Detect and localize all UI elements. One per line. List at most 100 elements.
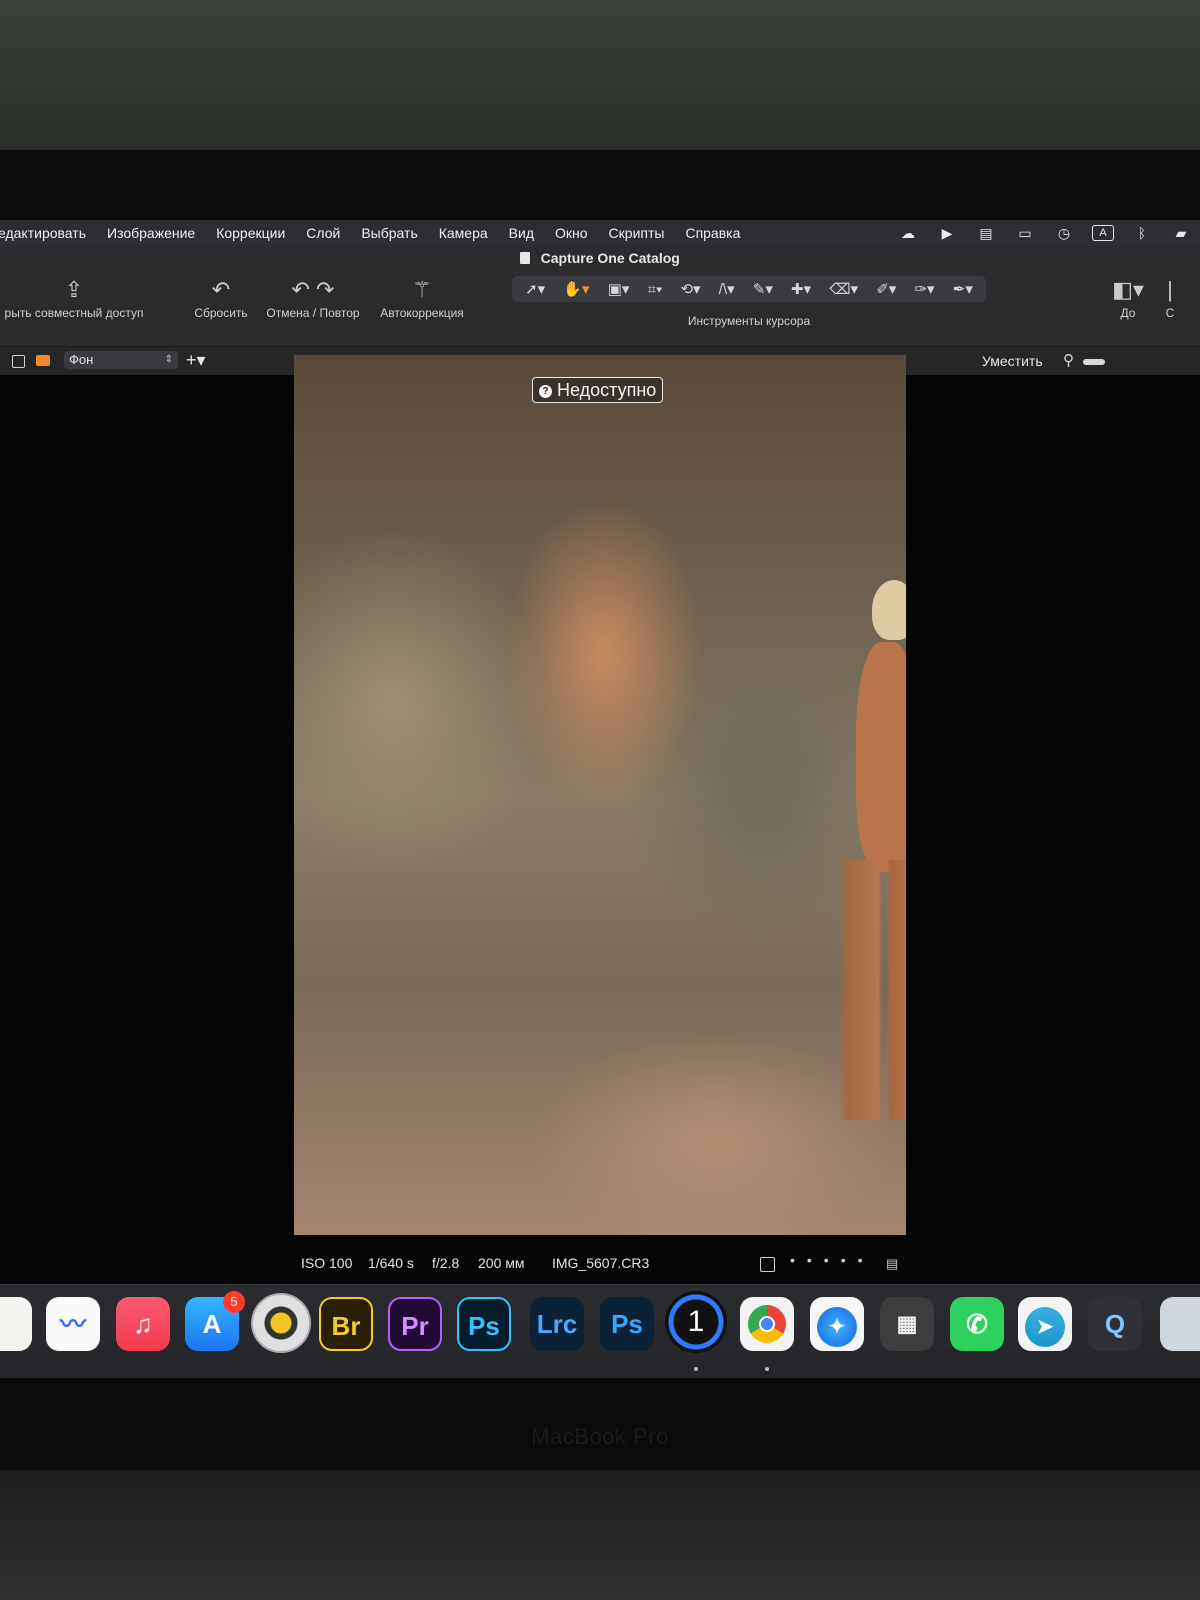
menu-layer[interactable]: Слой bbox=[306, 225, 340, 241]
notification-badge: 5 bbox=[223, 1291, 245, 1313]
meta-aperture: f/2.8 bbox=[432, 1255, 460, 1271]
rating-dots[interactable]: ••••• bbox=[790, 1252, 875, 1268]
autocorrect-button[interactable]: ⚚ Автокоррекция bbox=[374, 270, 470, 320]
layer-checkbox[interactable] bbox=[12, 355, 25, 368]
photoshop-beta-icon[interactable]: Ps bbox=[600, 1297, 654, 1351]
erase-tool-icon[interactable]: ⌫▾ bbox=[829, 280, 858, 298]
premiere-app-icon[interactable]: Pr bbox=[388, 1297, 442, 1351]
heal-tool-icon[interactable]: ✚▾ bbox=[791, 280, 811, 298]
layer-select[interactable]: Фон ⇕ bbox=[64, 351, 178, 369]
menu-select[interactable]: Выбрать bbox=[361, 225, 417, 241]
undo-redo-button[interactable]: ↶ ↷ Отмена / Повтор bbox=[262, 270, 364, 320]
display-icon[interactable]: ▭ bbox=[1014, 225, 1036, 242]
photo-subject bbox=[814, 580, 906, 1120]
loupe-tool-icon[interactable]: ▣▾ bbox=[608, 280, 630, 298]
cursor-tools: ➚▾ ✋▾ ▣▾ ⌗▾ ⟲▾ /\▾ ✎▾ ✚▾ ⌫▾ ✐▾ ✑▾ ✒▾ bbox=[512, 276, 986, 302]
menu-scripts[interactable]: Скрипты bbox=[609, 225, 665, 241]
screen: едактировать Изображение Коррекции Слой … bbox=[0, 220, 1200, 1378]
add-layer-icon[interactable]: +▾ bbox=[186, 350, 206, 371]
menu-view[interactable]: Вид bbox=[509, 225, 534, 241]
share-label: рыть совместный доступ bbox=[4, 306, 144, 320]
share-icon: ⇪ bbox=[64, 277, 84, 302]
window-titlebar: Capture One Catalog bbox=[0, 246, 1200, 270]
reset-icon: ↶ bbox=[211, 277, 231, 302]
menu-camera[interactable]: Камера bbox=[439, 225, 488, 241]
capture-one-app-icon[interactable]: 1 bbox=[665, 1291, 727, 1353]
play-icon[interactable]: ▶ bbox=[936, 225, 958, 242]
keyboard-input-icon[interactable]: A bbox=[1092, 225, 1114, 241]
unavailable-label: Недоступно bbox=[557, 380, 657, 400]
bluetooth-icon[interactable]: ᛒ bbox=[1131, 225, 1153, 241]
bridge-app-icon[interactable]: Br bbox=[319, 1297, 373, 1351]
menu-image[interactable]: Изображение bbox=[107, 225, 195, 241]
laptop-body bbox=[0, 1470, 1200, 1600]
photoshop-app-icon[interactable]: Ps bbox=[457, 1297, 511, 1351]
list-icon[interactable]: ▤ bbox=[886, 1256, 898, 1272]
music-app-icon[interactable]: ♫ bbox=[116, 1297, 170, 1351]
whatsapp-app-icon[interactable]: ✆ bbox=[950, 1297, 1004, 1351]
zoom-slider[interactable] bbox=[1083, 359, 1105, 365]
compare-label: С bbox=[1165, 306, 1175, 320]
before-label: До bbox=[1120, 306, 1136, 320]
quicktime-app-icon[interactable]: Q bbox=[1088, 1297, 1142, 1351]
status-area: ☁ ▶ ▤ ▭ ◷ A ᛒ ▰ bbox=[897, 220, 1200, 246]
freeform-app-icon[interactable]: 〰 bbox=[46, 1297, 100, 1351]
app-store-icon[interactable]: A5 bbox=[185, 1291, 245, 1351]
gradient-tool-icon[interactable]: ✑▾ bbox=[914, 280, 934, 298]
brush-tool-icon[interactable]: ✐▾ bbox=[876, 280, 896, 298]
unavailable-badge: ? Недоступно bbox=[532, 377, 664, 403]
lightroom-classic-icon[interactable]: Lrc bbox=[530, 1297, 584, 1351]
meta-shutter: 1/640 s bbox=[368, 1255, 414, 1271]
pan-tool-icon[interactable]: ✋▾ bbox=[563, 280, 589, 298]
picker-tool-icon[interactable]: ✎▾ bbox=[753, 280, 773, 298]
menu-edit[interactable]: едактировать bbox=[0, 225, 86, 241]
drive-icon[interactable]: ▤ bbox=[975, 225, 997, 242]
main-toolbar: ⇪ рыть совместный доступ ↶ Сбросить ↶ ↷ … bbox=[0, 270, 1200, 346]
preview-app-icon[interactable] bbox=[1160, 1297, 1200, 1351]
before-after-icon: ◧▾ bbox=[1112, 277, 1144, 302]
safari-app-icon[interactable]: ✦ bbox=[810, 1297, 864, 1351]
background-wall bbox=[0, 0, 1200, 160]
menu-window[interactable]: Окно bbox=[555, 225, 588, 241]
layer-mask-icon[interactable] bbox=[36, 355, 50, 366]
window-title: Capture One Catalog bbox=[540, 250, 680, 266]
zoom-icon[interactable]: ⚲ bbox=[1063, 351, 1074, 369]
select-checkbox[interactable] bbox=[760, 1257, 775, 1272]
undo-redo-icon: ↶ ↷ bbox=[291, 277, 335, 302]
image-capture-icon[interactable]: ▦ bbox=[880, 1297, 934, 1351]
crop-tool-icon[interactable]: ⌗▾ bbox=[648, 281, 663, 298]
select-tool-icon[interactable]: ➚▾ bbox=[525, 280, 545, 298]
layer-select-value: Фон bbox=[69, 352, 94, 367]
compare-button[interactable]: | С bbox=[1160, 270, 1180, 320]
time-machine-icon[interactable]: ◷ bbox=[1053, 225, 1075, 242]
share-button[interactable]: ⇪ рыть совместный доступ bbox=[0, 270, 154, 320]
menu-help[interactable]: Справка bbox=[685, 225, 740, 241]
running-indicator bbox=[765, 1367, 769, 1371]
updown-icon: ⇕ bbox=[164, 354, 173, 365]
before-after-button[interactable]: ◧▾ До bbox=[1100, 270, 1156, 320]
notes-app-icon[interactable] bbox=[0, 1297, 32, 1351]
meta-filename: IMG_5607.CR3 bbox=[552, 1255, 650, 1271]
battery-icon[interactable]: ▰ bbox=[1170, 225, 1192, 242]
keystone-tool-icon[interactable]: /\▾ bbox=[719, 280, 735, 298]
meta-focal: 200 мм bbox=[478, 1255, 525, 1271]
meta-iso: ISO 100 bbox=[301, 1255, 353, 1271]
device-brand-label: MacBook Pro bbox=[531, 1424, 669, 1449]
cursor-tools-label: Инструменты курсора bbox=[687, 314, 811, 328]
creative-cloud-icon[interactable]: ☁ bbox=[897, 225, 919, 242]
running-indicator bbox=[694, 1367, 698, 1371]
photo[interactable] bbox=[294, 355, 906, 1235]
rotate-tool-icon[interactable]: ⟲▾ bbox=[680, 280, 700, 298]
undo-redo-label: Отмена / Повтор bbox=[266, 306, 360, 320]
reset-label: Сбросить bbox=[194, 306, 248, 320]
capture-one-alt-icon[interactable] bbox=[251, 1293, 311, 1353]
fit-zoom-label[interactable]: Уместить bbox=[982, 353, 1043, 369]
telegram-app-icon[interactable]: ➤ bbox=[1018, 1297, 1072, 1351]
chrome-app-icon[interactable] bbox=[740, 1297, 794, 1351]
reset-button[interactable]: ↶ Сбросить bbox=[188, 270, 254, 320]
question-icon: ? bbox=[539, 385, 552, 398]
magic-wand-icon: ⚚ bbox=[412, 277, 432, 302]
menu-adjustments[interactable]: Коррекции bbox=[216, 225, 285, 241]
document-icon bbox=[520, 252, 531, 264]
annotate-tool-icon[interactable]: ✒▾ bbox=[953, 280, 973, 298]
